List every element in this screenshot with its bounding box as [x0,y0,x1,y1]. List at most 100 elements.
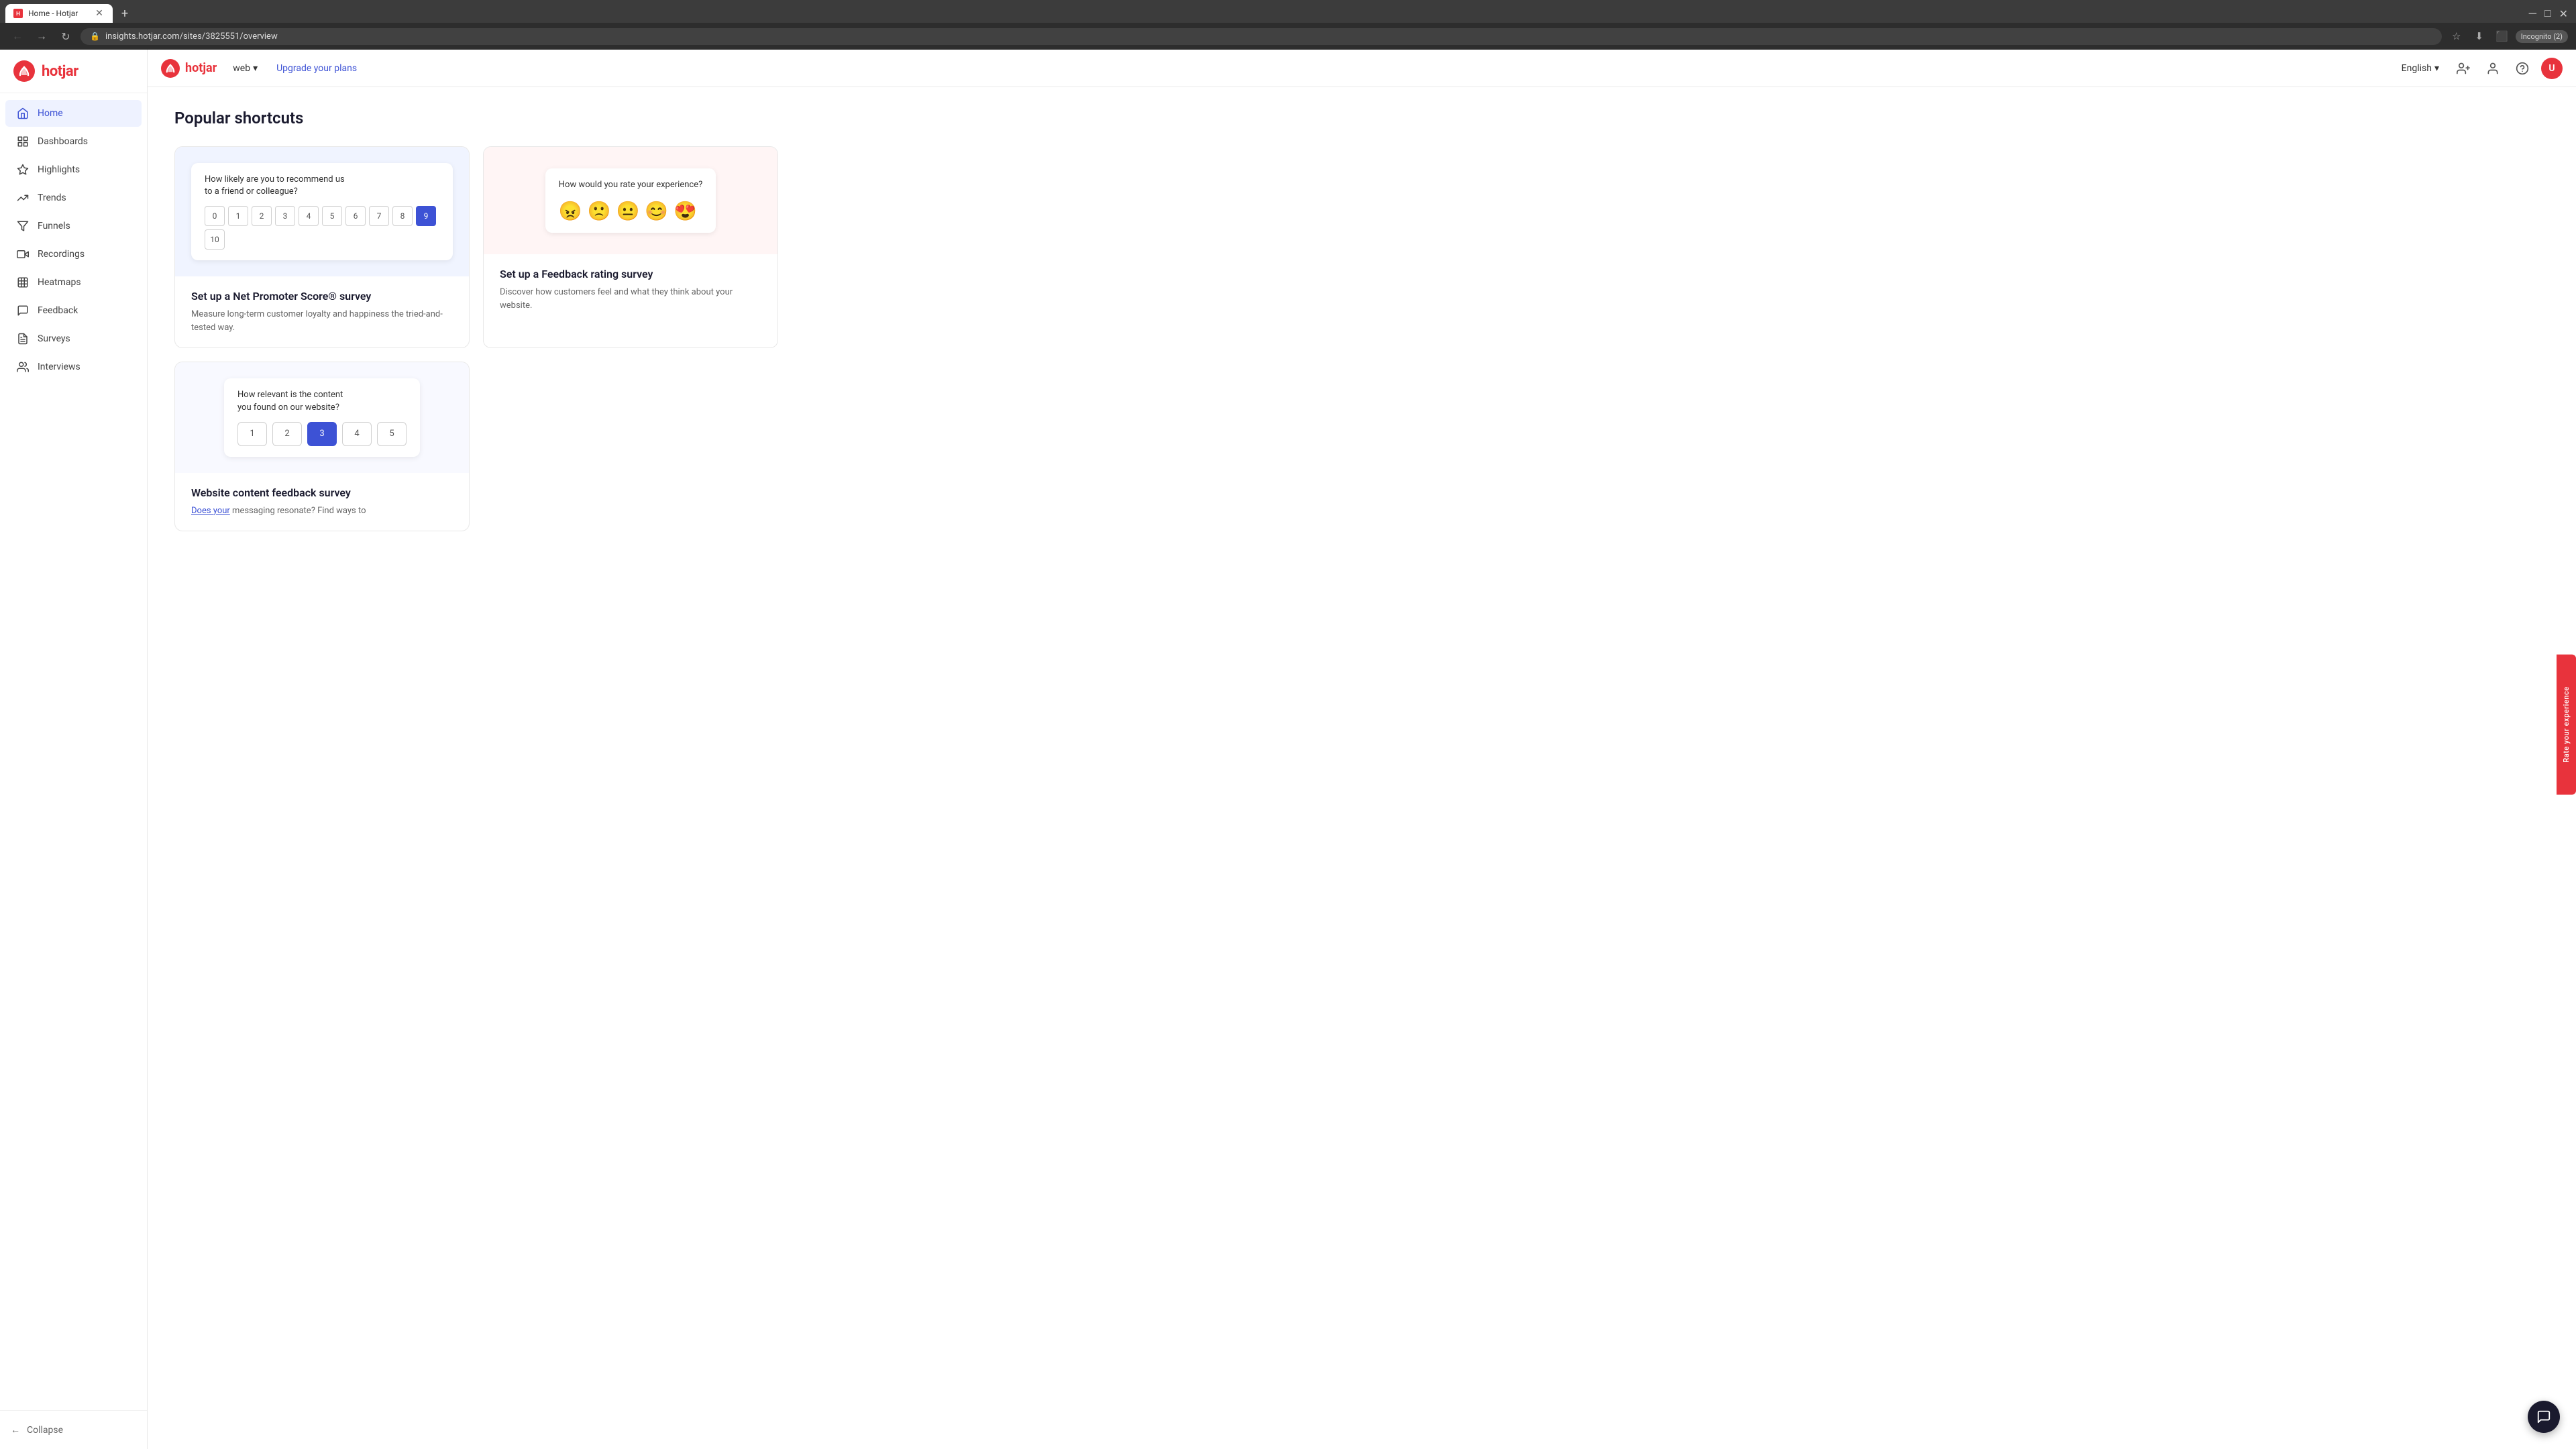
bookmark-icon[interactable]: ☆ [2447,27,2466,46]
content-feedback-card-title: Website content feedback survey [191,486,453,499]
content-btn-3[interactable]: 3 [307,422,337,446]
sidebar-item-heatmaps-label: Heatmaps [38,277,81,288]
forward-button[interactable]: → [32,27,51,46]
sidebar-item-recordings-label: Recordings [38,249,85,260]
sidebar-item-home-label: Home [38,108,63,119]
user-icon[interactable] [2482,58,2504,79]
topbar-brand: hotjar [161,59,217,78]
chat-button[interactable] [2528,1401,2560,1433]
download-icon[interactable]: ⬇ [2470,27,2489,46]
tab-title: Home - Hotjar [28,9,89,18]
topbar: hotjar web ▾ Upgrade your plans English … [148,50,2576,87]
dashboard-icon [16,135,30,148]
topbar-right: English ▾ U [2396,58,2563,79]
sidebar-item-feedback[interactable]: Feedback [5,297,142,324]
sidebar-item-surveys-label: Surveys [38,333,70,344]
web-selector[interactable]: web ▾ [227,60,263,76]
new-tab-button[interactable]: + [115,4,134,23]
feedback-rating-card-title: Set up a Feedback rating survey [500,268,761,280]
content-btn-4[interactable]: 4 [342,422,372,446]
back-button[interactable]: ← [8,27,27,46]
nps-btn-6[interactable]: 6 [345,206,366,226]
does-your-link[interactable]: Does your [191,506,230,516]
sidebar-item-highlights[interactable]: Highlights [5,156,142,183]
maximize-button[interactable]: □ [2542,4,2554,23]
sidebar-item-home[interactable]: Home [5,100,142,127]
nps-btn-8[interactable]: 8 [392,206,413,226]
content-feedback-card-body: Website content feedback survey Does you… [175,473,469,531]
extensions-icon[interactable]: ⬛ [2493,27,2512,46]
content-btn-1[interactable]: 1 [237,422,267,446]
nps-btn-0[interactable]: 0 [205,206,225,226]
nps-btn-9[interactable]: 9 [416,206,436,226]
nps-btn-5[interactable]: 5 [322,206,342,226]
interviews-icon [16,360,30,374]
content-feedback-card-description: Does your messaging resonate? Find ways … [191,504,453,518]
sidebar-item-heatmaps[interactable]: Heatmaps [5,269,142,296]
nps-btn-7[interactable]: 7 [369,206,389,226]
emoji-angry[interactable]: 😠 [559,200,582,222]
tab-close-button[interactable]: ✕ [94,8,105,19]
nps-card[interactable]: How likely are you to recommend usto a f… [174,146,470,348]
sidebar-item-interviews[interactable]: Interviews [5,354,142,380]
url-bar[interactable]: 🔒 insights.hotjar.com/sites/3825551/over… [80,28,2442,45]
tab-favicon: H [13,9,23,18]
language-selector[interactable]: English ▾ [2396,60,2445,76]
close-window-button[interactable]: ✕ [2557,5,2571,23]
content-btn-5[interactable]: 5 [377,422,407,446]
incognito-badge[interactable]: Incognito (2) [2516,30,2568,43]
collapse-icon: ← [11,1424,20,1436]
user-avatar[interactable]: U [2541,58,2563,79]
nps-question: How likely are you to recommend usto a f… [205,174,439,198]
feedback-rating-card[interactable]: How would you rate your experience? 😠 🙁 … [483,146,778,348]
new-user-icon[interactable] [2453,58,2474,79]
collapse-button[interactable]: ← Collapse [11,1419,136,1441]
rate-experience-button[interactable]: Rate your experience [2557,654,2576,794]
funnels-icon [16,219,30,233]
hotjar-logo-icon [13,60,35,82]
sidebar-item-feedback-label: Feedback [38,305,78,316]
content-btn-2[interactable]: 2 [272,422,302,446]
nps-btn-4[interactable]: 4 [299,206,319,226]
sidebar-footer: ← Collapse [0,1410,147,1449]
feedback-rating-card-description: Discover how customers feel and what the… [500,286,761,312]
emoji-happy[interactable]: 😊 [645,200,668,222]
url-text: insights.hotjar.com/sites/3825551/overvi… [105,32,278,42]
nps-btn-10[interactable]: 10 [205,229,225,250]
sidebar-item-trends[interactable]: Trends [5,184,142,211]
recordings-icon [16,248,30,261]
surveys-icon [16,332,30,345]
browser-tab-active[interactable]: H Home - Hotjar ✕ [5,4,113,23]
reload-button[interactable]: ↻ [56,27,75,46]
sidebar-item-surveys[interactable]: Surveys [5,325,142,352]
nps-btn-2[interactable]: 2 [252,206,272,226]
nps-btn-3[interactable]: 3 [275,206,295,226]
sidebar-item-recordings[interactable]: Recordings [5,241,142,268]
nps-buttons: 0 1 2 3 4 5 6 7 8 9 10 [205,206,439,250]
nps-card-body: Set up a Net Promoter Score® survey Meas… [175,276,469,347]
tab-nav-icons: ─ □ ✕ [2526,4,2571,23]
language-chevron-icon: ▾ [2434,63,2439,74]
emoji-sad[interactable]: 🙁 [588,200,611,222]
content-rating-buttons: 1 2 3 4 5 [237,422,407,446]
brand-name: hotjar [42,63,78,80]
emoji-love[interactable]: 😍 [674,200,697,222]
content-feedback-card[interactable]: How relevant is the contentyou found on … [174,362,470,531]
sidebar-item-trends-label: Trends [38,193,66,203]
page-title: Popular shortcuts [174,109,2549,127]
minimize-button[interactable]: ─ [2526,4,2539,23]
help-icon[interactable] [2512,58,2533,79]
rate-experience-container: Rate your experience [2557,654,2576,794]
nps-card-title: Set up a Net Promoter Score® survey [191,290,453,303]
content-question: How relevant is the contentyou found on … [237,389,407,413]
security-lock-icon: 🔒 [90,32,100,41]
sidebar-item-funnels[interactable]: Funnels [5,213,142,239]
emoji-neutral[interactable]: 😐 [616,200,640,222]
highlights-icon [16,163,30,176]
nps-btn-1[interactable]: 1 [228,206,248,226]
heatmaps-icon [16,276,30,289]
topbar-logo-icon [161,59,180,78]
upgrade-link[interactable]: Upgrade your plans [276,63,357,74]
sidebar-item-dashboards[interactable]: Dashboards [5,128,142,155]
nps-widget: How likely are you to recommend usto a f… [191,163,453,260]
